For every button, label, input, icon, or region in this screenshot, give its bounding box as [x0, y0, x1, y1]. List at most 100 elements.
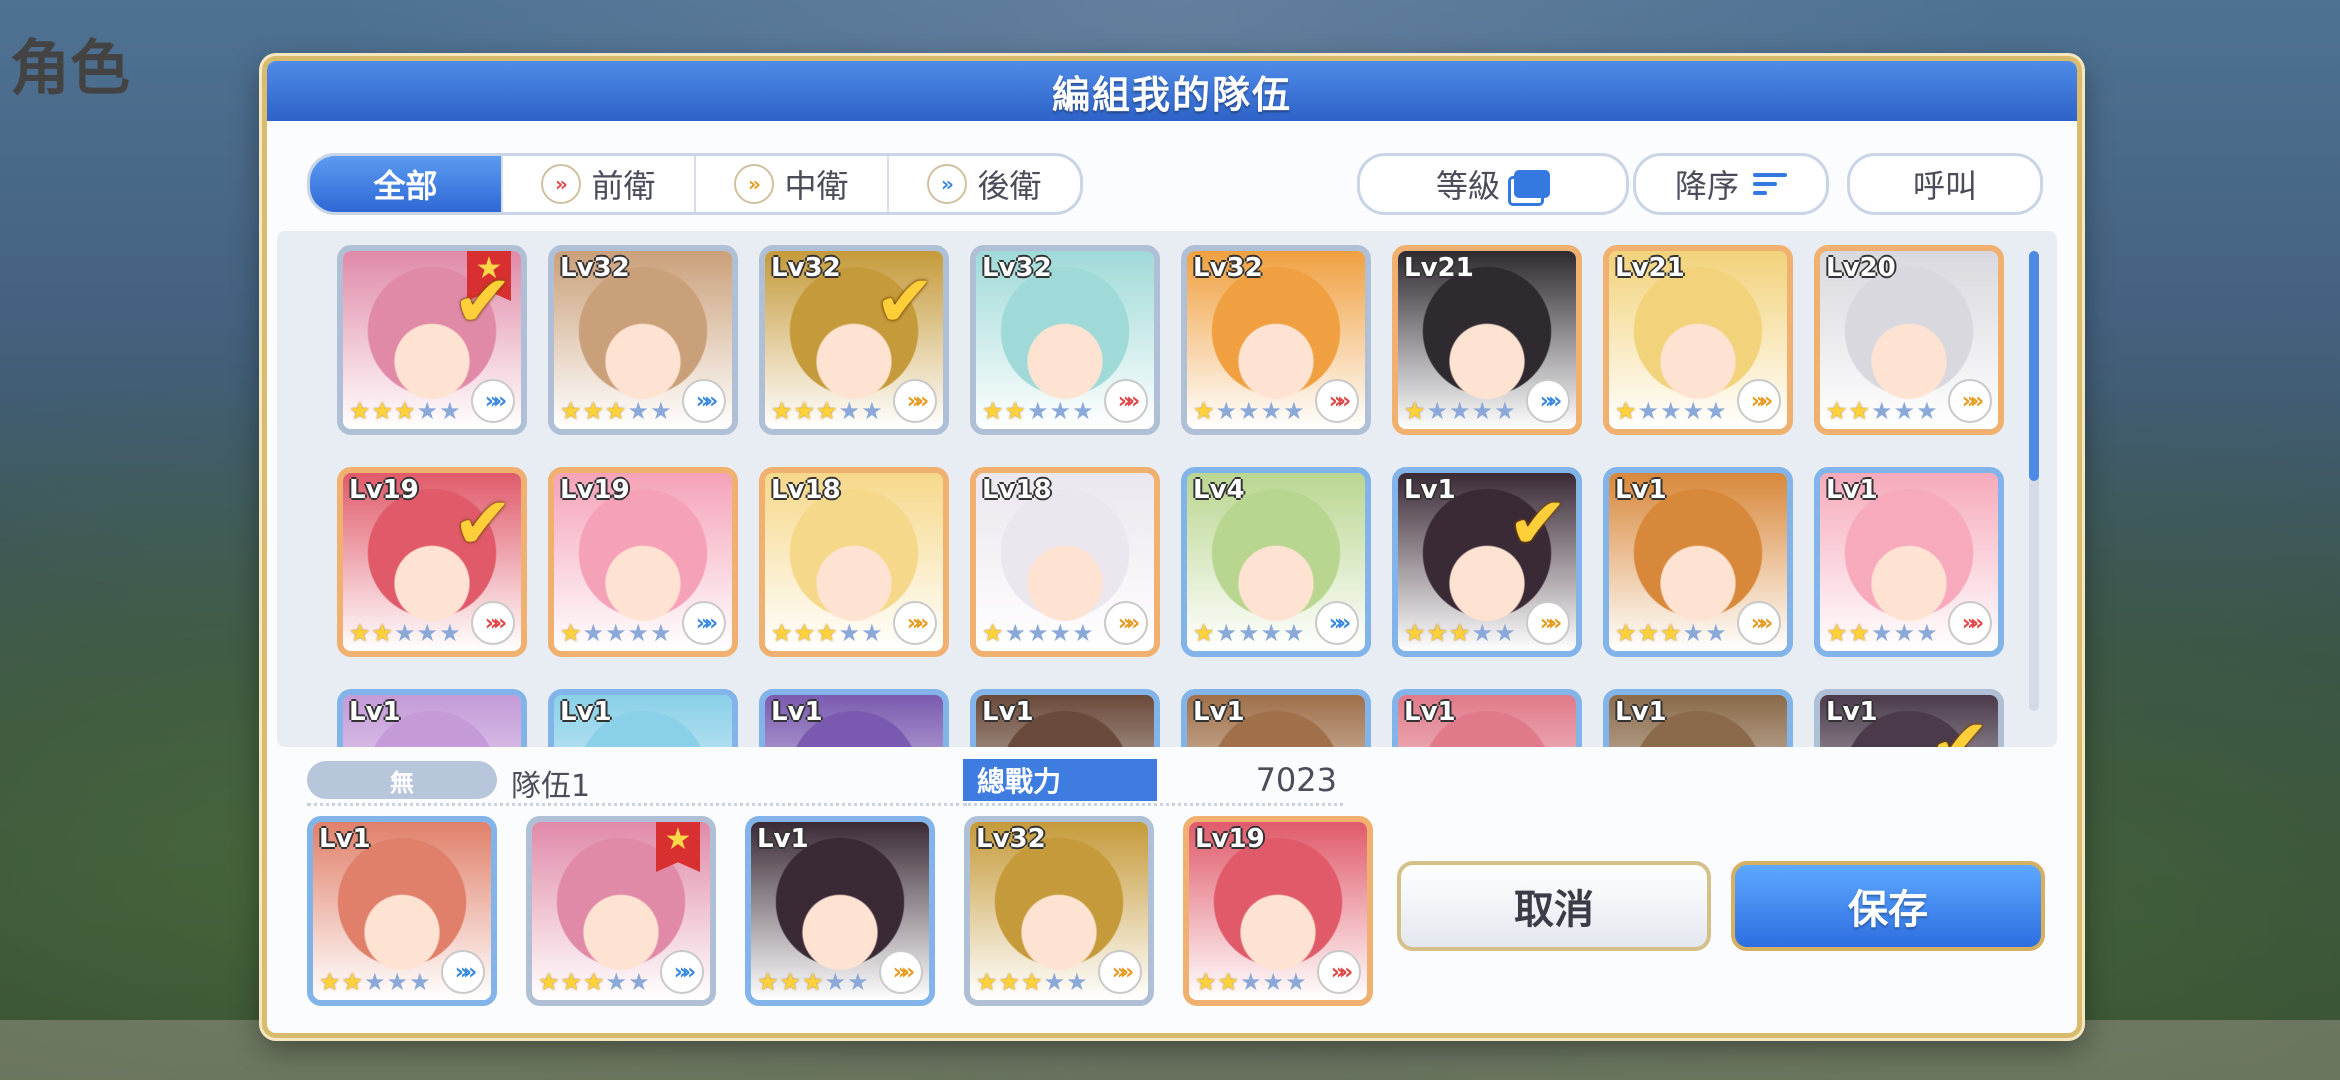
roster-character-card[interactable]: Lv32 ★ ★ ★ ★ ★»»: [970, 245, 1160, 435]
star-icon: ★: [1893, 397, 1916, 425]
roster-character-card[interactable]: Lv1 ✔: [1814, 689, 2004, 747]
roster-character-card[interactable]: Lv1 ★ ★ ★ ★ ★»»: [1603, 467, 1793, 657]
star-icon: ★: [793, 619, 816, 647]
roster-character-card[interactable]: Lv20 ★ ★ ★ ★ ★»»: [1814, 245, 2004, 435]
sort-field-label: 等級: [1435, 167, 1500, 205]
tab-role-0[interactable]: 全部: [310, 156, 503, 212]
star-icon: ★: [824, 968, 847, 996]
character-level: Lv19: [349, 475, 419, 505]
roster-character-card[interactable]: Lv32 ★ ★ ★ ★ ★»» ✔: [759, 245, 949, 435]
team-member-slot[interactable]: Lv1 ★ ★ ★ ★ ★»»: [745, 816, 935, 1006]
star-icon: ★: [1027, 619, 1049, 647]
roster-character-card[interactable]: Lv1 ★ ★ ★ ★ ★»» ✔: [1392, 467, 1582, 657]
star-icon: ★: [560, 968, 583, 996]
star-icon: ★: [1826, 619, 1848, 647]
team-member-slot[interactable]: Lv19 ★ ★ ★ ★ ★»»: [1183, 816, 1373, 1006]
roster-character-card[interactable]: Lv1: [337, 689, 527, 747]
star-icon: ★: [982, 397, 1004, 425]
roster-character-card[interactable]: Lv32 ★ ★ ★ ★ ★»»: [1181, 245, 1371, 435]
character-level: Lv1: [319, 824, 371, 854]
back-role-icon: »»: [1526, 379, 1570, 423]
roster-character-card[interactable]: Lv1: [970, 689, 1160, 747]
character-level: Lv1: [1404, 697, 1456, 727]
roster-character-card[interactable]: Lv18 ★ ★ ★ ★ ★»»: [759, 467, 949, 657]
tab-role-3[interactable]: » 後衛: [889, 156, 1080, 212]
tab-label: 全部: [373, 167, 438, 205]
star-rating: ★ ★ ★ ★ ★: [538, 970, 650, 994]
roster-character-card[interactable]: Lv18 ★ ★ ★ ★ ★»»: [970, 467, 1160, 657]
star-icon: ★: [627, 619, 650, 647]
star-rating: ★ ★ ★ ★ ★: [976, 970, 1088, 994]
star-icon: ★: [1426, 397, 1449, 425]
roster-character-card[interactable]: Lv1: [1181, 689, 1371, 747]
star-icon: ★: [1283, 619, 1305, 647]
star-icon: ★: [341, 968, 364, 996]
star-rating: ★ ★ ★ ★ ★: [349, 621, 461, 645]
roster-character-card[interactable]: Lv4 ★ ★ ★ ★ ★»»: [1181, 467, 1371, 657]
star-icon: ★: [394, 619, 416, 647]
star-icon: ★: [793, 397, 816, 425]
roster-character-card[interactable]: Lv1 ★ ★ ★ ★ ★»»: [1814, 467, 2004, 657]
sort-field-button[interactable]: 等級: [1357, 153, 1629, 215]
character-level: Lv4: [1193, 475, 1245, 505]
team-member-slot[interactable]: ★ ★ ★ ★ ★ »» ★: [526, 816, 716, 1006]
star-icon: ★: [650, 619, 672, 647]
roster-character-card[interactable]: Lv1: [1392, 689, 1582, 747]
mid-role-icon: »»: [1737, 601, 1781, 645]
tab-role-1[interactable]: » 前衛: [503, 156, 696, 212]
star-rating: ★ ★ ★ ★ ★: [771, 399, 883, 423]
roster-character-card[interactable]: Lv19 ★ ★ ★ ★ ★»» ✔: [337, 467, 527, 657]
star-icon: ★: [1238, 619, 1260, 647]
star-icon: ★: [349, 397, 371, 425]
star-icon: ★: [1471, 619, 1494, 647]
roster-scroll-thumb[interactable]: [2029, 251, 2039, 481]
back-role-icon: »»: [682, 601, 726, 645]
star-rating: ★ ★ ★ ★ ★: [1193, 621, 1305, 645]
star-icon: ★: [982, 619, 1004, 647]
star-icon: ★: [1021, 968, 1043, 996]
star-icon: ★: [1871, 397, 1893, 425]
save-button[interactable]: 保存: [1731, 861, 2045, 951]
sort-lines-icon: [1753, 173, 1787, 195]
star-icon: ★: [771, 619, 793, 647]
cancel-button[interactable]: 取消: [1397, 861, 1711, 951]
star-icon: ★: [1705, 619, 1727, 647]
tab-role-2[interactable]: » 中衛: [696, 156, 889, 212]
star-icon: ★: [416, 619, 439, 647]
roster-character-card[interactable]: Lv1: [1603, 689, 1793, 747]
star-icon: ★: [627, 397, 650, 425]
roster-character-card[interactable]: Lv32 ★ ★ ★ ★ ★»»: [548, 245, 738, 435]
character-level: Lv1: [349, 697, 401, 727]
star-rating: ★ ★ ★ ★ ★: [1615, 399, 1727, 423]
star-icon: ★: [1449, 397, 1471, 425]
star-icon: ★: [1193, 619, 1215, 647]
call-button[interactable]: 呼叫: [1847, 153, 2043, 215]
roster-character-card[interactable]: Lv19 ★ ★ ★ ★ ★»»: [548, 467, 738, 657]
roster-character-card[interactable]: Lv1: [548, 689, 738, 747]
roster-character-card[interactable]: ★ ★ ★ ★ ★ »» ★ ✔: [337, 245, 527, 435]
star-icon: ★: [1004, 619, 1027, 647]
stack-icon: [1508, 170, 1550, 206]
star-icon: ★: [605, 397, 627, 425]
star-rating: ★ ★ ★ ★ ★: [560, 399, 672, 423]
check-icon: ✔: [874, 259, 935, 343]
star-icon: ★: [861, 619, 883, 647]
character-level: Lv18: [771, 475, 841, 505]
front-role-icon: »»: [1317, 950, 1361, 994]
star-icon: ★: [439, 397, 461, 425]
star-icon: ★: [371, 397, 394, 425]
sort-order-button[interactable]: 降序: [1633, 153, 1829, 215]
star-icon: ★: [976, 968, 998, 996]
star-icon: ★: [1494, 397, 1516, 425]
star-icon: ★: [1240, 968, 1262, 996]
team-member-slot[interactable]: Lv1 ★ ★ ★ ★ ★»»: [307, 816, 497, 1006]
roster-character-card[interactable]: Lv1: [759, 689, 949, 747]
mid-role-icon: »»: [1526, 601, 1570, 645]
roster-character-card[interactable]: Lv21 ★ ★ ★ ★ ★»»: [1603, 245, 1793, 435]
star-icon: ★: [1826, 397, 1848, 425]
roster-character-card[interactable]: Lv21 ★ ★ ★ ★ ★»»: [1392, 245, 1582, 435]
star-icon: ★: [1043, 968, 1066, 996]
character-roster[interactable]: ★ ★ ★ ★ ★»» ★ ✔ Lv32 ★ ★ ★ ★ ★»» Lv32 ★ ★ ★ ★ ★»» ✔ Lv32 ★ ★ ★ ★…: [277, 231, 2057, 747]
team-member-slot[interactable]: Lv32 ★ ★ ★ ★ ★»»: [964, 816, 1154, 1006]
star-icon: ★: [1195, 968, 1217, 996]
